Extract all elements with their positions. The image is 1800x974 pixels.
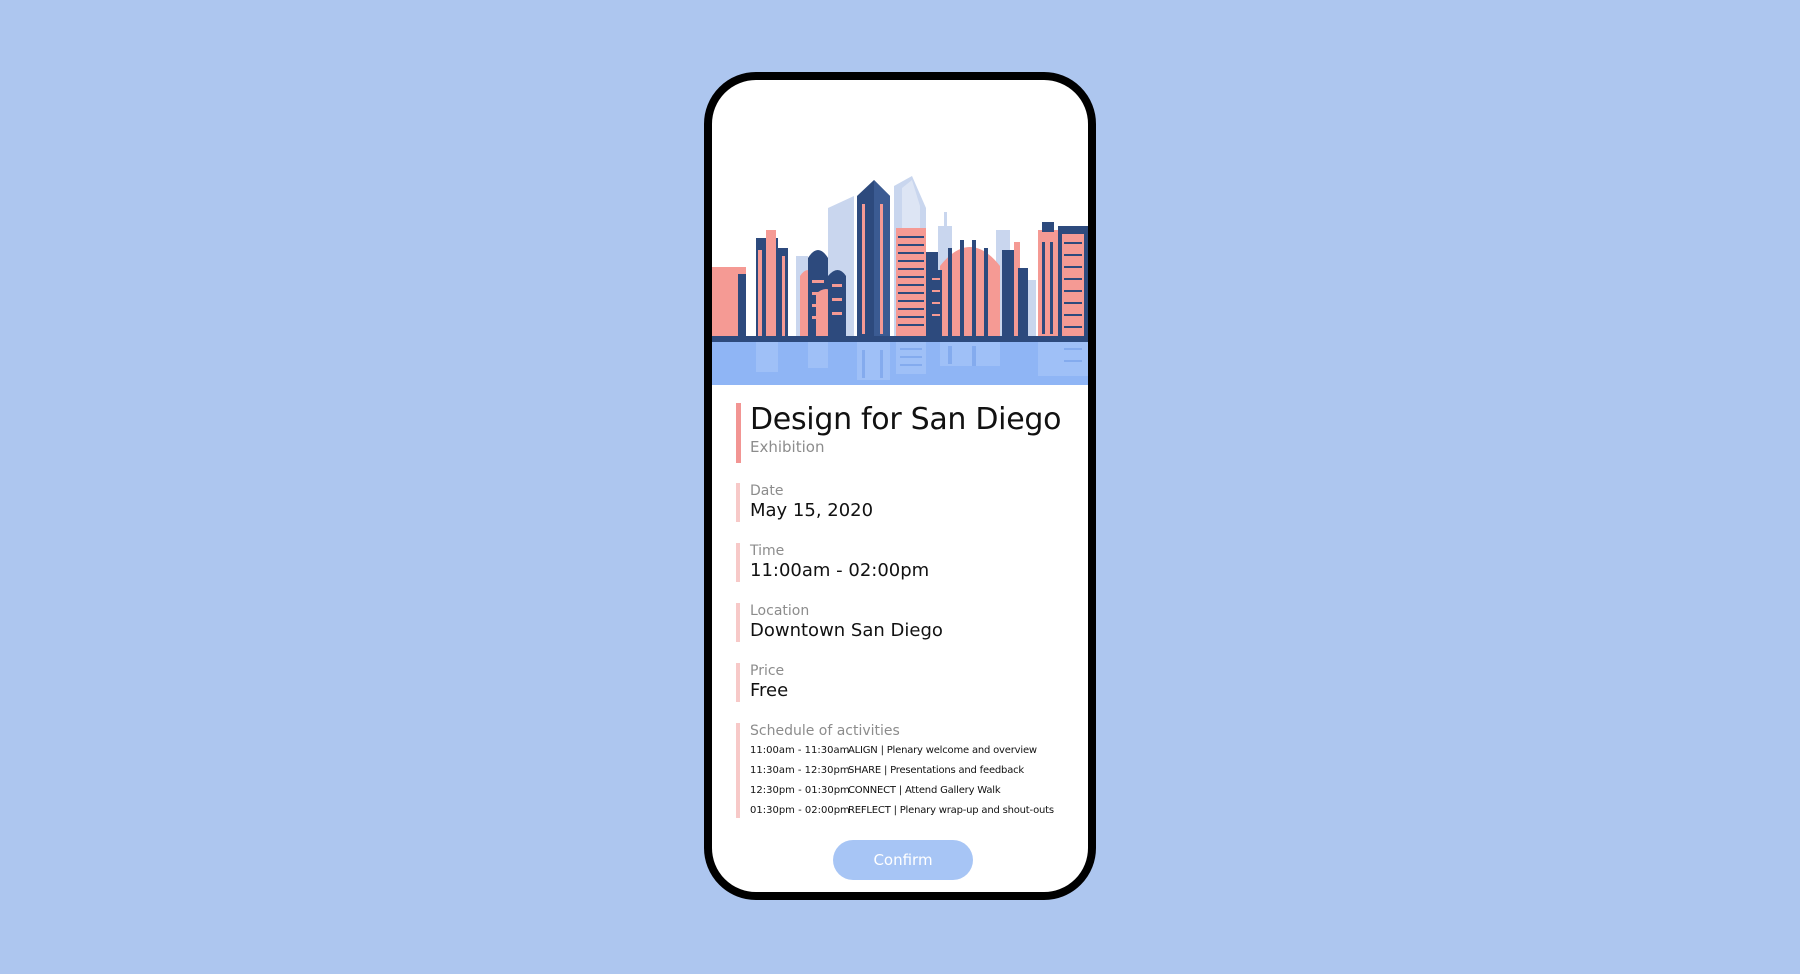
schedule-item: 01:30pm - 02:00pm REFLECT | Plenary wrap… [750, 804, 1076, 818]
schedule-field: Schedule of activities 11:00am - 11:30am… [736, 723, 1076, 818]
time-field: Time 11:00am - 02:00pm [736, 543, 1056, 582]
date-label: Date [750, 483, 784, 499]
time-label: Time [750, 543, 785, 559]
schedule-activity: ALIGN | Plenary welcome and overview [848, 745, 1037, 756]
schedule-activity: SHARE | Presentations and feedback [848, 765, 1025, 776]
confirm-button[interactable]: Confirm [833, 840, 973, 880]
price-label: Price [750, 663, 785, 679]
schedule-activity: CONNECT | Attend Gallery Walk [848, 785, 1001, 796]
schedule-item: 11:30am - 12:30pm SHARE | Presentations … [750, 764, 1076, 778]
title-block: Design for San Diego Exhibition [736, 403, 1076, 463]
date-field: Date May 15, 2020 [736, 483, 1056, 522]
schedule-time: 01:30pm - 02:00pm [750, 805, 850, 816]
schedule-item: 11:00am - 11:30am ALIGN | Plenary welcom… [750, 744, 1076, 758]
time-value: 11:00am - 02:00pm [750, 560, 930, 581]
event-title: Design for San Diego [750, 402, 1062, 437]
location-field: Location Downtown San Diego [736, 603, 1056, 642]
skyline-illustration [712, 176, 1088, 385]
schedule-time: 12:30pm - 01:30pm [750, 785, 850, 796]
schedule-activity: REFLECT | Plenary wrap-up and shout-outs [848, 805, 1054, 816]
schedule-time: 11:00am - 11:30am [750, 745, 850, 756]
schedule-time: 11:30am - 12:30pm [750, 765, 850, 776]
phone-frame: Design for San Diego Exhibition Date May… [704, 72, 1096, 900]
price-value: Free [750, 680, 789, 701]
event-type: Exhibition [750, 438, 825, 456]
date-value: May 15, 2020 [750, 500, 874, 521]
schedule-item: 12:30pm - 01:30pm CONNECT | Attend Galle… [750, 784, 1076, 798]
price-field: Price Free [736, 663, 1056, 702]
schedule-label: Schedule of activities [750, 723, 900, 739]
schedule-list: 11:00am - 11:30am ALIGN | Plenary welcom… [750, 744, 1076, 818]
location-value: Downtown San Diego [750, 620, 943, 641]
location-label: Location [750, 603, 810, 619]
